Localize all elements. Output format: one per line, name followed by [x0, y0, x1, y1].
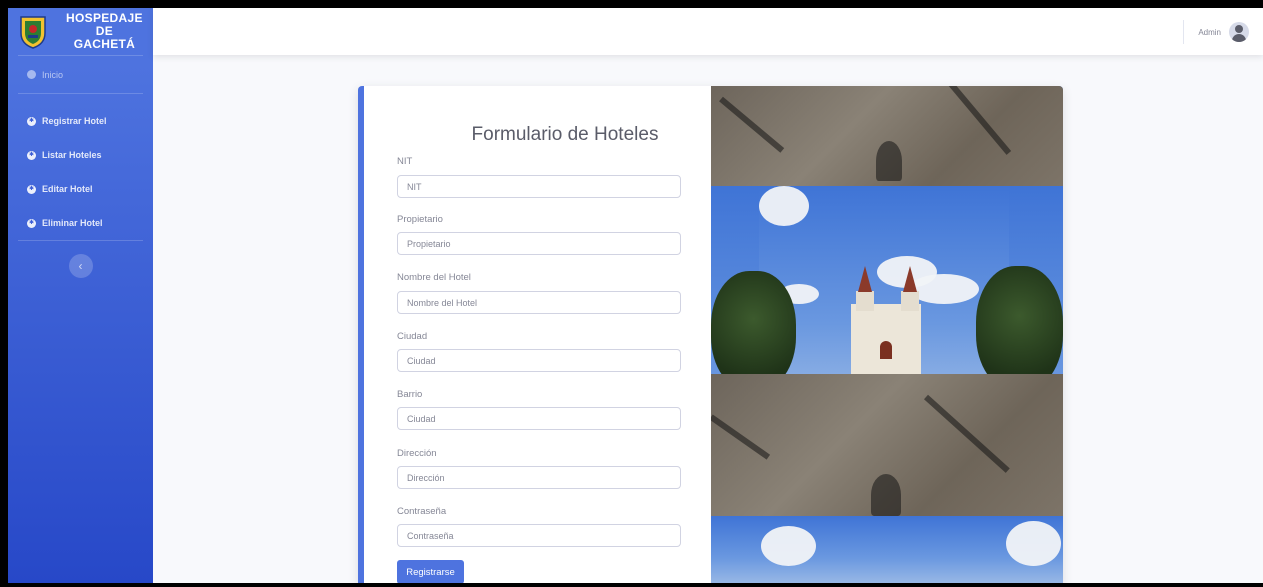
- user-name: Admin: [1198, 27, 1221, 37]
- sidebar-item-label: Registrar Hotel: [42, 116, 107, 126]
- barrio-label: Barrio: [397, 389, 423, 400]
- topbar: Admin: [153, 8, 1263, 55]
- form-title: Formulario de Hoteles: [471, 124, 659, 145]
- ciudad-input[interactable]: [397, 349, 681, 372]
- hotel-name-input[interactable]: [397, 291, 681, 314]
- nit-input[interactable]: [397, 175, 681, 198]
- pavement-tile: [711, 86, 1063, 186]
- sidebar: HOSPEDAJE DE GACHETÁ Inicio ✱ Registrar …: [8, 8, 153, 583]
- sidebar-item-listar-hoteles[interactable]: ✱ Listar Hoteles: [8, 138, 153, 172]
- barrio-input[interactable]: [397, 407, 681, 430]
- municipal-shield-logo: [18, 14, 48, 50]
- sidebar-brand[interactable]: HOSPEDAJE DE GACHETÁ: [8, 8, 153, 55]
- user-avatar-icon: [1229, 22, 1249, 42]
- gear-icon: ✱: [27, 116, 36, 126]
- church-plaza-image: [711, 86, 1063, 583]
- sidebar-item-label: Editar Hotel: [42, 184, 93, 194]
- topbar-divider: [1183, 20, 1184, 44]
- ciudad-label: Ciudad: [397, 331, 428, 342]
- sidebar-item-label: Eliminar Hotel: [42, 218, 103, 228]
- nit-label: NIT: [397, 156, 413, 167]
- gear-icon: ✱: [27, 150, 36, 160]
- register-button[interactable]: Registrarse: [397, 560, 464, 583]
- sidebar-item-label: Listar Hoteles: [42, 150, 102, 160]
- sidebar-item-inicio[interactable]: Inicio: [8, 56, 153, 93]
- contrasena-label: Contraseña: [397, 506, 447, 517]
- propietario-label: Propietario: [397, 214, 443, 225]
- user-menu[interactable]: Admin: [1198, 22, 1249, 42]
- gear-icon: ✱: [27, 184, 36, 194]
- plaza-pavement: [711, 374, 1063, 516]
- propietario-input[interactable]: [397, 232, 681, 255]
- gear-icon: ✱: [27, 218, 36, 228]
- church-building: [851, 304, 921, 374]
- dashboard-icon: [27, 70, 36, 79]
- direccion-input[interactable]: [397, 466, 681, 489]
- contrasena-input[interactable]: [397, 524, 681, 547]
- sidebar-item-editar-hotel[interactable]: ✱ Editar Hotel: [8, 172, 153, 206]
- hotel-name-label: Nombre del Hotel: [397, 272, 471, 283]
- sidebar-item-registrar-hotel[interactable]: ✱ Registrar Hotel: [8, 104, 153, 138]
- sidebar-item-label: Inicio: [42, 69, 64, 80]
- direccion-label: Dirección: [397, 448, 437, 459]
- chevron-left-icon: ‹: [78, 259, 83, 273]
- brand-line-1: HOSPEDAJE DE: [66, 11, 143, 38]
- sidebar-divider: [18, 240, 143, 241]
- brand-title: HOSPEDAJE DE GACHETÁ: [56, 12, 153, 51]
- brand-line-2: GACHETÁ: [73, 37, 136, 51]
- sidebar-item-eliminar-hotel[interactable]: ✱ Eliminar Hotel: [8, 206, 153, 240]
- hotel-form-card: Formulario de Hoteles NIT Propietario No…: [358, 86, 1063, 583]
- hotel-form: Formulario de Hoteles NIT Propietario No…: [364, 86, 711, 583]
- sidebar-toggle-button[interactable]: ‹: [68, 254, 93, 278]
- app-frame: HOSPEDAJE DE GACHETÁ Inicio ✱ Registrar …: [8, 8, 1263, 583]
